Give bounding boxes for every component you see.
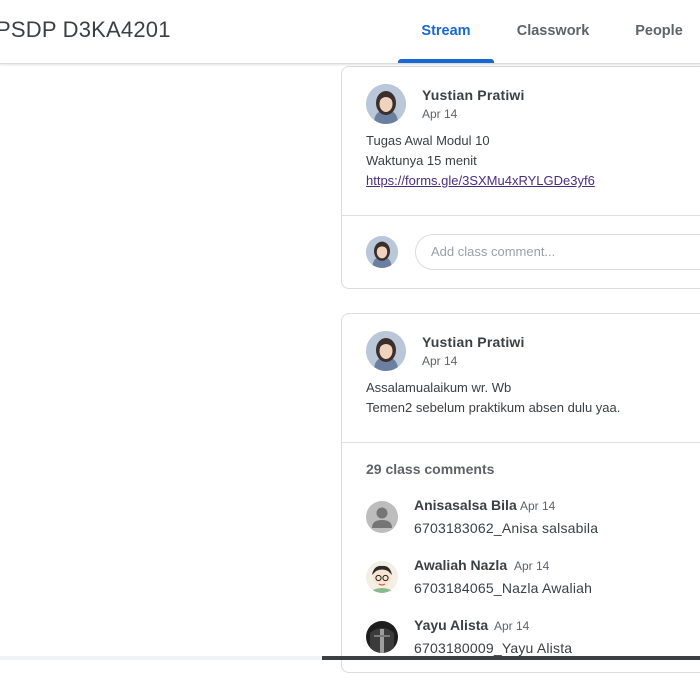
divider	[342, 442, 700, 443]
comment-date: Apr 14	[514, 559, 550, 573]
user-photo-icon	[366, 236, 398, 268]
tab-classwork-label: Classwork	[516, 23, 590, 39]
default-person-icon	[366, 501, 398, 533]
comment-text: 6703184065_Nazla Awaliah	[414, 580, 593, 596]
post-author[interactable]: Yustian Pratiwi	[422, 334, 525, 350]
author-photo-icon	[366, 84, 406, 124]
tab-people[interactable]: People	[624, 0, 694, 63]
comment-date: Apr 14	[520, 499, 556, 513]
comment-author: Anisasalsa Bila	[414, 497, 517, 513]
post-line: Temen2 sebelum praktikum absen dulu yaa.	[366, 400, 621, 415]
comment-date: Apr 14	[494, 619, 530, 633]
commenter-avatar	[366, 501, 398, 533]
active-tab-indicator	[398, 59, 494, 63]
divider	[342, 215, 700, 216]
post-body: Assalamualaikum wr. Wb Temen2 sebelum pr…	[366, 378, 620, 418]
comment-text: 6703180009_Yayu Alista	[414, 640, 573, 656]
tab-people-label: People	[635, 23, 683, 39]
author-avatar[interactable]	[366, 331, 406, 371]
tab-classwork[interactable]: Classwork	[506, 0, 600, 63]
author-avatar[interactable]	[366, 84, 406, 124]
post-date[interactable]: Apr 14	[422, 107, 457, 121]
commenter-avatar	[366, 561, 398, 593]
class-comment-input[interactable]: Add class comment...	[415, 234, 700, 270]
post-date[interactable]: Apr 14	[422, 354, 457, 368]
my-avatar	[366, 236, 398, 268]
comment-text: 6703183062_Anisa salsabila	[414, 520, 599, 536]
post-author[interactable]: Yustian Pratiwi	[422, 87, 525, 103]
post-link[interactable]: https://forms.gle/3SXMu4xRYLGDe3yf6	[366, 173, 595, 188]
bottom-scrollbar[interactable]	[0, 656, 700, 660]
class-title[interactable]: PSDP D3KA4201	[0, 17, 171, 43]
post-body: Tugas Awal Modul 10 Waktunya 15 menit ht…	[366, 131, 595, 191]
comment-author: Yayu Alista	[414, 617, 489, 633]
author-photo-icon	[366, 331, 406, 371]
cartoon-girl-avatar-icon	[366, 561, 398, 593]
stream-post: Yustian Pratiwi Apr 14 Tugas Awal Modul …	[341, 66, 700, 289]
tab-stream[interactable]: Stream	[398, 0, 494, 63]
post-line: Assalamualaikum wr. Wb	[366, 380, 512, 395]
tab-stream-label: Stream	[421, 23, 471, 39]
comments-count-button[interactable]: 29 class comments	[366, 461, 494, 477]
stream-post: Yustian Pratiwi Apr 14 Assalamualaikum w…	[341, 313, 700, 673]
top-app-bar: PSDP D3KA4201 Stream Classwork People	[0, 0, 700, 64]
dark-photo-avatar-icon	[366, 621, 398, 653]
commenter-avatar	[366, 621, 398, 653]
scrollbar-thumb[interactable]	[322, 656, 700, 660]
post-line: Waktunya 15 menit	[366, 153, 477, 168]
comment-author: Awaliah Nazla	[414, 557, 508, 573]
post-line: Tugas Awal Modul 10	[366, 133, 490, 148]
